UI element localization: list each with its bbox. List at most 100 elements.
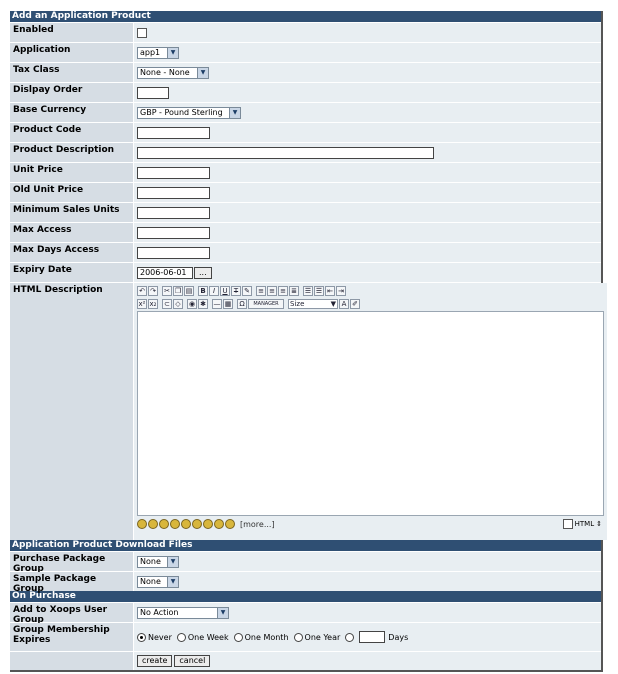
row-html-description: HTML Description ↶ ↷ ✂ ❐ ▤ B I U T ✎ ≡ ≡… [10, 282, 607, 540]
chevron-down-icon: ▼ [197, 67, 208, 78]
smiley-icon[interactable] [181, 519, 191, 529]
bold-icon[interactable]: B [198, 286, 208, 296]
application-select[interactable]: app1 ▼ [137, 46, 179, 59]
paste-icon[interactable]: ▤ [184, 286, 194, 296]
smiley-icon[interactable] [159, 519, 169, 529]
subscript-icon[interactable]: x₂ [148, 299, 158, 309]
label-tax-class: Tax Class [10, 63, 133, 82]
label-sample-package: Sample Package Group [10, 572, 133, 594]
align-justify-icon[interactable]: ≣ [289, 286, 299, 296]
more-smileys-link[interactable]: [more...] [240, 520, 275, 529]
expires-option-one-year[interactable]: One Year [293, 632, 340, 642]
radio-one-year[interactable] [293, 632, 303, 642]
manager-button[interactable]: MANAGER [248, 299, 284, 309]
unit-price-input[interactable] [137, 166, 210, 179]
chevron-down-icon: ▼ [167, 576, 178, 587]
section-header-download: Application Product Download Files [10, 540, 601, 551]
base-currency-select[interactable]: GBP - Pound Sterling ▼ [137, 106, 241, 119]
superscript-icon[interactable]: x² [137, 299, 147, 309]
days-input[interactable] [359, 631, 386, 643]
smiley-icon[interactable] [214, 519, 224, 529]
redo-icon[interactable]: ↷ [148, 286, 158, 296]
highlight-icon[interactable]: ✐ [350, 299, 360, 309]
radio-one-month[interactable] [233, 632, 243, 642]
align-right-icon[interactable]: ≡ [278, 286, 288, 296]
ordered-list-icon[interactable]: ☰ [303, 286, 313, 296]
label-application: Application [10, 43, 133, 62]
expires-option-one-week[interactable]: One Week [176, 632, 229, 642]
date-picker-button[interactable]: ... [194, 266, 212, 279]
row-unit-price: Unit Price [10, 162, 601, 182]
align-left-icon[interactable]: ≡ [256, 286, 266, 296]
smiley-icon[interactable] [170, 519, 180, 529]
display-order-input[interactable] [137, 86, 169, 99]
label-display-order: Dislpay Order [10, 83, 133, 102]
html-toggle-checkbox[interactable] [562, 519, 573, 529]
section-header-purchase: On Purchase [10, 591, 601, 602]
row-sample-package: Sample Package Group None ▼ [10, 571, 601, 594]
label-expiry-date: Expiry Date [10, 263, 133, 282]
cut-icon[interactable]: ✂ [162, 286, 172, 296]
outdent-icon[interactable]: ⇤ [325, 286, 335, 296]
media-icon[interactable]: ✱ [198, 299, 208, 309]
row-expiry-date: Expiry Date 2006-06-01 ... [10, 262, 601, 282]
chevron-down-icon: ▼ [217, 607, 228, 618]
tax-class-select[interactable]: None - None ▼ [137, 66, 209, 79]
html-editor-area[interactable] [137, 311, 604, 516]
chevron-down-icon: ▼ [229, 107, 240, 118]
product-code-input[interactable] [137, 126, 210, 139]
xoops-group-select[interactable]: No Action ▼ [137, 606, 229, 619]
max-days-access-input[interactable] [137, 246, 210, 259]
color-icon[interactable]: ✎ [242, 286, 252, 296]
purchase-package-select[interactable]: None ▼ [137, 555, 179, 568]
smiley-icon[interactable] [225, 519, 235, 529]
italic-icon[interactable]: I [209, 286, 219, 296]
product-form: Add an Application Product Enabled Appli… [10, 11, 607, 672]
align-center-icon[interactable]: ≡ [267, 286, 277, 296]
label-unit-price: Unit Price [10, 163, 133, 182]
horizontal-rule-icon[interactable]: — [212, 299, 222, 309]
row-membership-expires: Group Membership Expires Never One Week … [10, 622, 601, 651]
link-icon[interactable]: ⊂ [162, 299, 172, 309]
min-sales-units-input[interactable] [137, 206, 210, 219]
radio-never[interactable] [137, 632, 146, 642]
radio-one-week[interactable] [176, 632, 186, 642]
underline-icon[interactable]: U [220, 286, 230, 296]
smiley-icon[interactable] [192, 519, 202, 529]
indent-icon[interactable]: ⇥ [336, 286, 346, 296]
special-char-icon[interactable]: Ω [237, 299, 247, 309]
create-button[interactable]: create [137, 655, 173, 667]
copy-icon[interactable]: ❐ [173, 286, 183, 296]
chevron-down-icon: ▼ [330, 300, 336, 308]
label-min-sales-units: Minimum Sales Units [10, 203, 133, 222]
expires-option-days[interactable]: Days [345, 631, 408, 643]
undo-icon[interactable]: ↶ [137, 286, 147, 296]
cancel-button[interactable]: cancel [174, 655, 211, 667]
anchor-icon[interactable]: ◇ [173, 299, 183, 309]
row-purchase-package: Purchase Package Group None ▼ [10, 551, 601, 574]
expires-option-one-month[interactable]: One Month [233, 632, 289, 642]
row-product-description: Product Description [10, 142, 601, 162]
radio-days[interactable] [345, 632, 355, 642]
smiley-icon[interactable] [137, 519, 147, 529]
enabled-checkbox[interactable] [137, 27, 147, 38]
smiley-icon[interactable] [203, 519, 213, 529]
product-description-input[interactable] [137, 146, 434, 159]
table-icon[interactable]: ▦ [223, 299, 233, 309]
old-unit-price-input[interactable] [137, 186, 210, 199]
size-select[interactable]: Size ▼ [288, 299, 338, 309]
smiley-icon[interactable] [148, 519, 158, 529]
expires-option-never[interactable]: Never [137, 632, 172, 642]
row-application: Application app1 ▼ [10, 42, 601, 62]
expiry-date-input[interactable]: 2006-06-01 [137, 266, 193, 279]
image-icon[interactable]: ◉ [187, 299, 197, 309]
editor-toolbar-2: x² x₂ ⊂ ◇ ◉ ✱ — ▦ Ω MANAGER Size ▼ A ✐ [137, 298, 604, 310]
strikethrough-icon[interactable]: T [231, 286, 241, 296]
unordered-list-icon[interactable]: ☰ [314, 286, 324, 296]
sample-package-select[interactable]: None ▼ [137, 575, 179, 588]
label-base-currency: Base Currency [10, 103, 133, 122]
max-access-input[interactable] [137, 226, 210, 239]
font-color-icon[interactable]: A [339, 299, 349, 309]
html-toggle[interactable]: HTML ⇕ [562, 519, 602, 529]
resize-icon[interactable]: ⇕ [596, 520, 602, 528]
